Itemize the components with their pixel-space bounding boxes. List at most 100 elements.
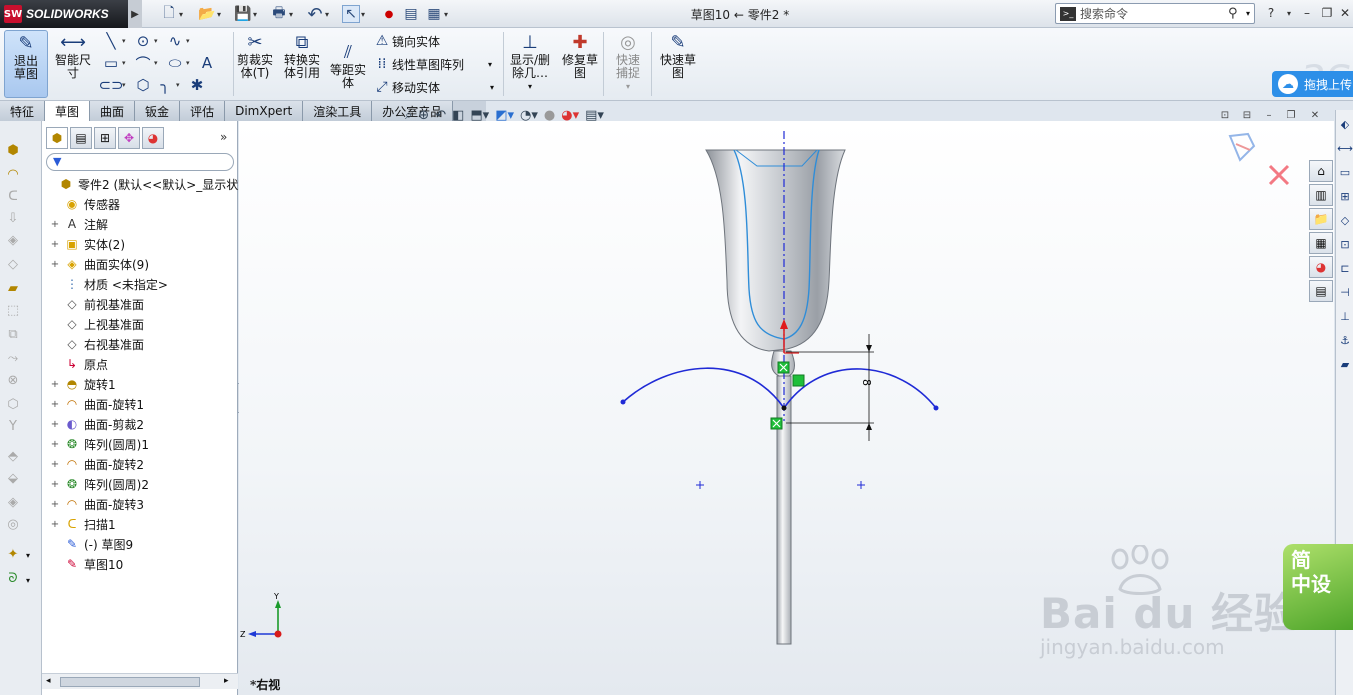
rectangle-icon[interactable]: ▭: [100, 53, 122, 73]
circle-icon[interactable]: ⊙: [132, 31, 154, 51]
smart-dimension-button[interactable]: ⟷ 智能尺寸: [52, 30, 94, 80]
tab-render-tools[interactable]: 渲染工具: [303, 101, 373, 121]
viewport-tile-icon[interactable]: ⊟: [1240, 108, 1254, 122]
new-file-button[interactable]: 🗋 ▾: [160, 4, 183, 24]
more-tabs-icon[interactable]: »: [220, 130, 227, 144]
design-library-icon[interactable]: ▥: [1309, 184, 1333, 206]
expand-toggle-icon[interactable]: +: [50, 399, 60, 410]
tree-node[interactable]: + A 注解: [44, 214, 108, 234]
move-entities-button[interactable]: ⤢ 移动实体 ▾: [372, 76, 494, 98]
tree-node[interactable]: + ◐ 曲面-剪裁2: [44, 414, 144, 434]
ruled-surface-icon[interactable]: ⧉: [4, 325, 22, 343]
ellipse-icon[interactable]: ⬭: [164, 53, 186, 73]
minimize-button[interactable]: –: [1298, 4, 1316, 22]
loft-icon[interactable]: ⇩: [4, 209, 22, 227]
boundary-icon[interactable]: ◈: [4, 231, 22, 249]
trim-surface-icon[interactable]: ⊗: [4, 371, 22, 389]
expand-toggle-icon[interactable]: +: [50, 219, 60, 230]
file-explorer-icon[interactable]: 📁: [1309, 208, 1333, 230]
tree-node[interactable]: ◇ 上视基准面: [44, 314, 144, 334]
solidworks-logo[interactable]: SW SOLIDWORKS: [0, 0, 128, 28]
display-manager-tab-icon[interactable]: ◕: [142, 127, 164, 149]
polygon-icon[interactable]: ⬡: [132, 75, 154, 95]
tab-features[interactable]: 特征: [0, 101, 46, 121]
expand-toggle-icon[interactable]: +: [50, 259, 60, 270]
sweep-icon[interactable]: ᑕ: [4, 187, 22, 205]
fill-icon[interactable]: ◇: [4, 255, 22, 273]
viewport-minimize-icon[interactable]: –: [1262, 108, 1276, 122]
save-button[interactable]: 💾 ▾: [234, 4, 257, 24]
convert-entities-button[interactable]: ⧉ 转换实体引用: [282, 30, 322, 80]
curves-dropdown-icon[interactable]: ▾: [26, 576, 30, 585]
viewport-split-icon[interactable]: ⊡: [1218, 108, 1232, 122]
text-icon[interactable]: A: [196, 53, 218, 73]
sketch-midpoint[interactable]: [781, 405, 787, 411]
thicken-icon[interactable]: ⬘: [4, 447, 22, 465]
rectangle-tool-icon[interactable]: ▭: [1338, 164, 1352, 180]
feature-tree-tab-icon[interactable]: ⬢: [46, 127, 68, 149]
tree-node[interactable]: + ◓ 旋转1: [44, 374, 116, 394]
viewport-restore-icon[interactable]: ❐: [1284, 108, 1298, 122]
fillet-icon[interactable]: ╮: [154, 75, 176, 95]
untrim-icon[interactable]: ⬡: [4, 395, 22, 413]
knit-icon[interactable]: Y: [4, 417, 22, 435]
tree-node[interactable]: ↳ 原点: [44, 354, 108, 374]
tab-sheet-metal[interactable]: 钣金: [135, 101, 181, 121]
dimxpert-manager-tab-icon[interactable]: ✥: [118, 127, 140, 149]
repair-sketch-button[interactable]: ✚ 修复草图: [560, 30, 600, 80]
tree-node[interactable]: + ▣ 实体(2): [44, 234, 125, 254]
tree-node[interactable]: ◇ 右视基准面: [44, 334, 144, 354]
solidworks-resources-icon[interactable]: ⌂: [1309, 160, 1333, 182]
rebuild-button[interactable]: ●: [380, 4, 398, 24]
horizontal-scrollbar[interactable]: ◂ ▸: [42, 673, 238, 689]
rapid-sketch-button[interactable]: ✎ 快速草图: [656, 30, 700, 80]
viewport-close-icon[interactable]: ✕: [1308, 108, 1322, 122]
fix-tool-icon[interactable]: ⚓: [1338, 332, 1352, 348]
property-manager-tab-icon[interactable]: ▤: [70, 127, 92, 149]
tab-dimxpert[interactable]: DimXpert: [225, 101, 304, 121]
search-icon[interactable]: ⚲: [1228, 6, 1246, 21]
tree-node[interactable]: + ◠ 曲面-旋转3: [44, 494, 144, 514]
tree-node[interactable]: ◇ 前视基准面: [44, 294, 144, 314]
planar-surface-icon[interactable]: ▰: [4, 279, 22, 297]
appearances-icon[interactable]: ◕: [1309, 256, 1333, 278]
spline-icon[interactable]: ∿: [164, 31, 186, 51]
expand-toggle-icon[interactable]: +: [50, 519, 60, 530]
line-icon[interactable]: ╲: [100, 31, 122, 51]
menu-expand-arrow[interactable]: ▶: [128, 0, 142, 28]
exit-sketch-button[interactable]: ✎ 退出草图: [4, 30, 48, 98]
select-button[interactable]: ↖ ▾: [342, 4, 365, 24]
scroll-left-icon[interactable]: ◂: [46, 676, 51, 686]
trim-entities-button[interactable]: ✂ 剪裁实体(T): [236, 30, 274, 80]
expand-toggle-icon[interactable]: +: [50, 459, 60, 470]
sketch-relations-icon[interactable]: ⬖: [1338, 116, 1352, 132]
undo-button[interactable]: ↶ ▾: [306, 4, 329, 25]
tree-node[interactable]: + ᑕ 扫描1: [44, 514, 116, 534]
tree-node[interactable]: + ❂ 阵列(圆周)2: [44, 474, 149, 494]
configuration-manager-tab-icon[interactable]: ⊞: [94, 127, 116, 149]
vertical-tool-icon[interactable]: ⊥: [1338, 308, 1352, 324]
dimension-8[interactable]: 8: [786, 334, 874, 441]
axis-tool-icon[interactable]: ⊣: [1338, 284, 1352, 300]
offset-entities-button[interactable]: ⫽ 等距实体: [328, 40, 368, 90]
tree-node[interactable]: ⬢ 零件2 (默认<<默认>_显示状态: [44, 174, 251, 194]
revolve-icon[interactable]: ◠: [4, 165, 22, 183]
extend-surface-icon[interactable]: ⤳: [4, 349, 22, 367]
expand-toggle-icon[interactable]: +: [50, 499, 60, 510]
tree-node[interactable]: + ❂ 阵列(圆周)1: [44, 434, 149, 454]
offset-surface-icon[interactable]: ⬚: [4, 301, 22, 319]
sketch-endpoint-left[interactable]: [620, 399, 626, 405]
drag-upload-tip[interactable]: ☁ 拖拽上传: [1272, 71, 1353, 97]
tree-filter-field[interactable]: ▼: [46, 153, 234, 171]
curves-icon[interactable]: ᘐ: [4, 569, 22, 587]
tree-node[interactable]: ◉ 传感器: [44, 194, 120, 214]
grid-tool-icon[interactable]: ⊞: [1338, 188, 1352, 204]
plane-tool-icon[interactable]: ◇: [1338, 212, 1352, 228]
scrollbar-thumb[interactable]: [60, 677, 200, 687]
close-button[interactable]: ✕: [1336, 4, 1353, 22]
expand-toggle-icon[interactable]: +: [50, 439, 60, 450]
tree-node[interactable]: + ◠ 曲面-旋转2: [44, 454, 144, 474]
mirror-entities-button[interactable]: ⚠ 镜向实体: [372, 30, 440, 52]
extrude-icon[interactable]: ⬢: [4, 141, 22, 159]
expand-toggle-icon[interactable]: +: [50, 379, 60, 390]
